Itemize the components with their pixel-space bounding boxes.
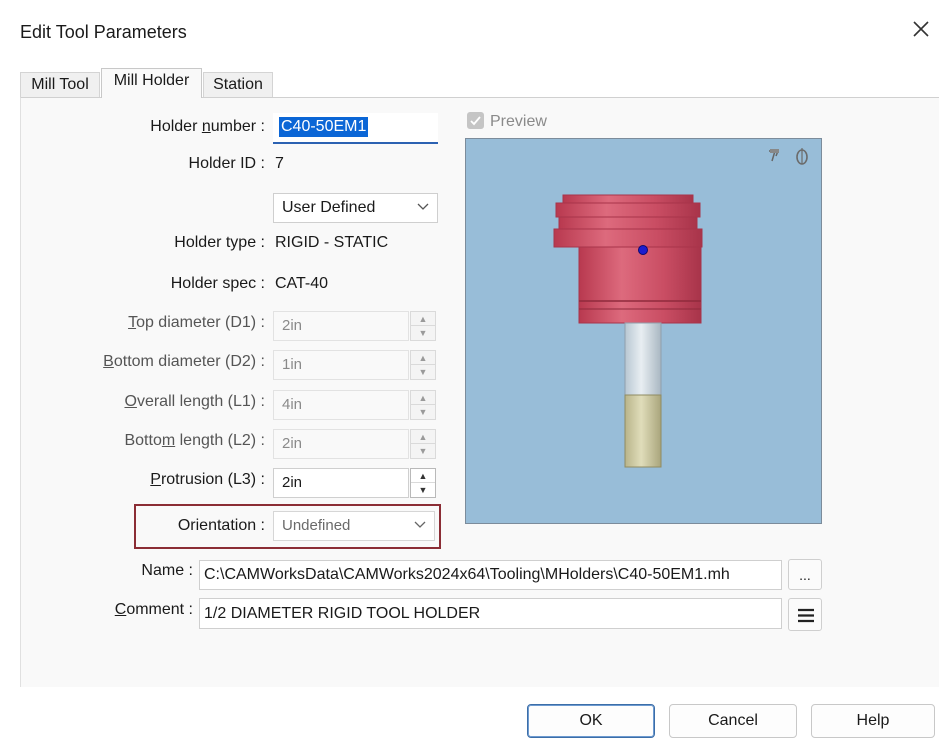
holder-type-value: RIGID - STATIC (275, 234, 389, 251)
rotate-icon[interactable] (794, 146, 810, 166)
preview-label: Preview (490, 113, 547, 130)
bottom-diameter-label: Bottom diameter (D2) : (103, 353, 265, 370)
orientation-label: Orientation : (177, 517, 265, 534)
bottom-length-label: Bottom length (L2) : (124, 432, 265, 449)
bottom-length-spinner[interactable]: ▲ ▼ (410, 429, 436, 459)
chevron-down-icon (417, 203, 429, 210)
holder-id-label: Holder ID : (188, 155, 265, 172)
protrusion-spinner[interactable]: ▲ ▼ (410, 468, 436, 498)
overall-length-field[interactable]: 4in (273, 390, 409, 420)
comment-field[interactable]: 1/2 DIAMETER RIGID TOOL HOLDER (199, 598, 782, 629)
close-icon[interactable] (908, 16, 934, 42)
dialog-title: Edit Tool Parameters (20, 22, 187, 42)
bottom-diameter-field[interactable]: 1in (273, 350, 409, 380)
top-diameter-field[interactable]: 2in (273, 311, 409, 341)
name-label: Name : (141, 562, 193, 579)
holder-number-label: Holder number : (150, 118, 265, 135)
preview-viewport[interactable] (465, 138, 822, 524)
holder-id-value: 7 (275, 155, 284, 172)
holder-type-label: Holder type : (174, 234, 265, 251)
holder-spec-label: Holder spec : (170, 275, 265, 292)
pin-icon[interactable] (766, 147, 784, 165)
tab-station[interactable]: Station (203, 72, 273, 98)
top-diameter-label: Top diameter (D1) : (128, 314, 265, 331)
overall-length-label: Overall length (L1) : (124, 393, 265, 410)
cancel-button[interactable]: Cancel (669, 704, 797, 738)
holder-source-select[interactable]: User Defined (273, 193, 438, 223)
tab-mill-holder[interactable]: Mill Holder (101, 68, 202, 98)
bottom-length-field[interactable]: 2in (273, 429, 409, 459)
orientation-select[interactable]: Undefined (273, 511, 435, 541)
tab-mill-tool[interactable]: Mill Tool (20, 72, 100, 98)
tool-holder-graphic (553, 194, 703, 468)
ok-button[interactable]: OK (527, 704, 655, 738)
overall-length-spinner[interactable]: ▲ ▼ (410, 390, 436, 420)
browse-button[interactable]: ... (788, 559, 822, 590)
holder-spec-value: CAT-40 (275, 275, 329, 292)
button-bar (0, 688, 939, 744)
bottom-diameter-spinner[interactable]: ▲ ▼ (410, 350, 436, 380)
chevron-down-icon (414, 521, 426, 528)
protrusion-label: Protrusion (L3) : (150, 471, 265, 488)
menu-icon[interactable] (788, 598, 822, 631)
checkmark-icon (470, 116, 481, 126)
preview-checkbox[interactable] (467, 112, 484, 129)
name-field[interactable]: C:\CAMWorksData\CAMWorks2024x64\Tooling\… (199, 560, 782, 590)
top-diameter-spinner[interactable]: ▲ ▼ (410, 311, 436, 341)
protrusion-field[interactable]: 2in (273, 468, 409, 498)
help-button[interactable]: Help (811, 704, 935, 738)
comment-label: Comment : (114, 601, 193, 618)
holder-number-input[interactable]: C40-50EM1 (273, 113, 438, 144)
